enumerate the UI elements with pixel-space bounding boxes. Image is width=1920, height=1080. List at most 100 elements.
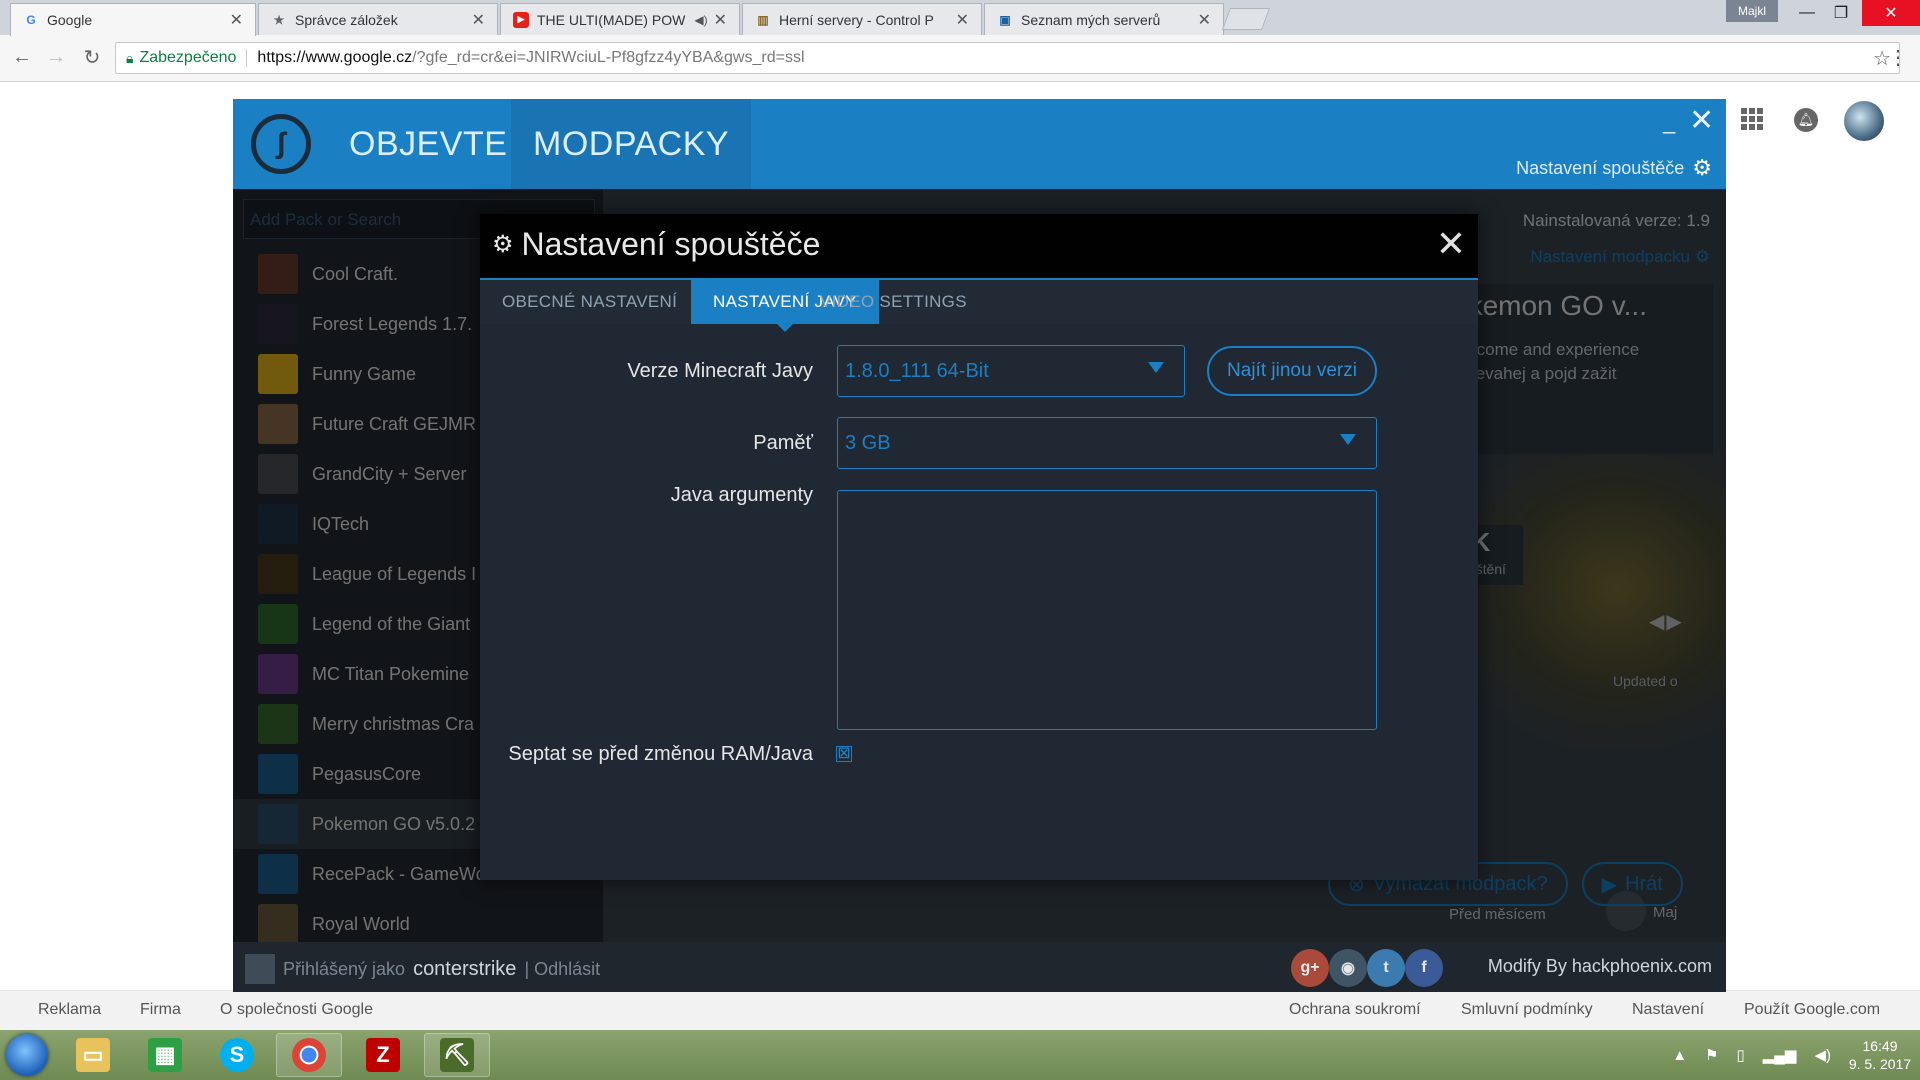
nav-discover[interactable]: OBJEVTE bbox=[327, 99, 529, 189]
browser-tab-youtube[interactable]: ▶ THE ULTI(MADE) POW ◀) ✕ bbox=[500, 3, 740, 35]
footer-link-ads[interactable]: Reklama bbox=[38, 1001, 101, 1019]
java-args-textarea[interactable] bbox=[837, 490, 1377, 730]
volume-icon[interactable]: ◀) bbox=[1814, 1046, 1831, 1064]
ask-before-change-checkbox[interactable]: ☒ bbox=[836, 746, 852, 762]
tab-title: Správce záložek bbox=[295, 11, 398, 28]
tab-title: Seznam mých serverů bbox=[1021, 11, 1161, 28]
taskbar-minecraft-launcher[interactable]: ⛏ bbox=[424, 1033, 490, 1077]
memory-select[interactable]: 3 GB bbox=[837, 417, 1377, 469]
java-args-label: Java argumenty bbox=[670, 484, 813, 506]
user-avatar bbox=[245, 954, 275, 984]
taskbar-chrome[interactable] bbox=[276, 1033, 342, 1077]
dialog-title-text: Nastavení spouštěče bbox=[521, 226, 821, 262]
account-avatar[interactable] bbox=[1844, 101, 1884, 141]
facebook-icon[interactable]: f bbox=[1405, 949, 1443, 987]
find-other-version-button[interactable]: Najít jinou verzi bbox=[1207, 346, 1377, 396]
tab-title: Herní servery - Control P bbox=[779, 11, 934, 28]
store-icon: ▦ bbox=[148, 1038, 182, 1072]
flag-icon[interactable]: ⚑ bbox=[1705, 1046, 1718, 1064]
browser-tab-servers[interactable]: ▥ Herní servery - Control P ✕ bbox=[742, 3, 982, 35]
google-footer: Reklama Firma O společnosti Google Ochra… bbox=[0, 990, 1920, 1030]
taskbar-explorer[interactable]: ▭ bbox=[60, 1033, 126, 1077]
google-apps-icon[interactable] bbox=[1741, 108, 1763, 130]
clock-date: 9. 5. 2017 bbox=[1848, 1056, 1912, 1072]
launcher-footer: Přihlášený jako conterstrike | Odhlásit … bbox=[233, 942, 1726, 992]
footer-link-privacy[interactable]: Ochrana soukromí bbox=[1289, 1001, 1421, 1019]
dialog-title: ⚙ Nastavení spouštěče bbox=[492, 226, 820, 263]
logged-in-label: Přihlášený jako bbox=[283, 958, 406, 979]
taskbar-store[interactable]: ▦ bbox=[132, 1033, 198, 1077]
launcher-header: ʃ OBJEVTE MODPACKY _ ✕ Nastavení spouště… bbox=[233, 99, 1726, 189]
close-tab-icon[interactable]: ✕ bbox=[714, 10, 727, 30]
forward-arrow-icon[interactable]: → bbox=[44, 45, 68, 69]
logout-link[interactable]: | Odhlásit bbox=[524, 959, 600, 980]
gear-icon: ⚙ bbox=[492, 231, 514, 258]
youtube-icon: ▶ bbox=[513, 11, 529, 28]
browser-tab-server-list[interactable]: ▣ Seznam mých serverů ✕ bbox=[984, 3, 1224, 35]
divider bbox=[246, 49, 248, 67]
footer-link-business[interactable]: Firma bbox=[140, 1001, 181, 1019]
nav-modpacks[interactable]: MODPACKY bbox=[511, 99, 752, 189]
clock[interactable]: 16:49 9. 5. 2017 bbox=[1840, 1037, 1920, 1073]
chrome-icon bbox=[292, 1038, 326, 1072]
tab-general-settings[interactable]: OBECNÉ NASTAVENÍ bbox=[480, 280, 699, 324]
close-tab-icon[interactable]: ✕ bbox=[472, 10, 485, 30]
footer-link-about[interactable]: O společnosti Google bbox=[220, 1001, 373, 1019]
browser-tab-google[interactable]: G Google ✕ bbox=[10, 3, 256, 36]
launcher-minimize-icon[interactable]: _ bbox=[1663, 109, 1675, 135]
username: conterstrike bbox=[413, 957, 517, 980]
secure-label: Zabezpečeno bbox=[139, 49, 237, 66]
skype-icon: S bbox=[220, 1038, 254, 1072]
browser-toolbar: ← → ↻ 🔒︎ Zabezpečeno https://www.google.… bbox=[0, 35, 1920, 82]
minecraft-icon: ⛏ bbox=[440, 1038, 474, 1072]
memory-value: 3 GB bbox=[845, 431, 891, 454]
tab-title: Google bbox=[47, 12, 93, 28]
network-icon[interactable]: ▂▄▆ bbox=[1763, 1046, 1797, 1064]
java-version-label: Verze Minecraft Javy bbox=[627, 360, 813, 382]
twitter-icon[interactable]: t bbox=[1367, 949, 1405, 987]
java-version-select[interactable]: 1.8.0_111 64-Bit bbox=[837, 345, 1185, 397]
address-bar[interactable]: 🔒︎ Zabezpečeno https://www.google.cz /?g… bbox=[115, 42, 1900, 74]
filezilla-icon: Z bbox=[366, 1038, 400, 1072]
footer-link-terms[interactable]: Smluvní podmínky bbox=[1461, 1001, 1593, 1019]
new-tab-button[interactable] bbox=[1221, 8, 1271, 30]
profile-chip[interactable]: Majkl bbox=[1726, 0, 1778, 22]
chevron-down-icon bbox=[1148, 362, 1164, 373]
tab-title: THE ULTI(MADE) POW bbox=[537, 11, 686, 28]
reload-icon[interactable]: ↻ bbox=[80, 45, 104, 69]
star-icon: ★ bbox=[273, 12, 285, 27]
reddit-icon[interactable]: ◉ bbox=[1329, 949, 1367, 987]
launcher-close-icon[interactable]: ✕ bbox=[1689, 103, 1714, 138]
memory-label: Paměť bbox=[753, 432, 813, 454]
dialog-close-icon[interactable]: ✕ bbox=[1436, 226, 1466, 262]
launcher-settings-link[interactable]: Nastavení spouštěče ⚙ bbox=[1516, 155, 1712, 181]
tab-video-settings[interactable]: VIDEO SETTINGS bbox=[798, 280, 989, 324]
notifications-bell-icon[interactable]: 🔔︎ bbox=[1794, 108, 1818, 132]
google-plus-icon[interactable]: g+ bbox=[1291, 949, 1329, 987]
gear-icon: ⚙ bbox=[1692, 155, 1712, 180]
windows-taskbar: ▭ ▦ S Z ⛏ ▲ ⚑ ▯ ▂▄▆ ◀) 16:49 9. 5. 2017 bbox=[0, 1030, 1920, 1080]
maximize-window-button[interactable]: ❐ bbox=[1818, 0, 1864, 26]
back-arrow-icon[interactable]: ← bbox=[10, 45, 34, 69]
windows-start-button[interactable] bbox=[6, 1034, 48, 1076]
tray-expand-icon[interactable]: ▲ bbox=[1672, 1047, 1687, 1064]
google-icon: G bbox=[26, 13, 36, 27]
close-window-button[interactable]: ✕ bbox=[1862, 0, 1920, 26]
close-tab-icon[interactable]: ✕ bbox=[1198, 10, 1211, 30]
launcher-settings-label: Nastavení spouštěče bbox=[1516, 157, 1685, 178]
footer-link-google-com[interactable]: Použít Google.com bbox=[1744, 1001, 1880, 1019]
taskbar-filezilla[interactable]: Z bbox=[350, 1033, 416, 1077]
speaker-icon[interactable]: ◀) bbox=[694, 13, 707, 27]
taskbar-skype[interactable]: S bbox=[204, 1033, 270, 1077]
browser-tab-bookmarks[interactable]: ★ Správce záložek ✕ bbox=[258, 3, 498, 35]
device-icon[interactable]: ▯ bbox=[1737, 1046, 1745, 1064]
list-icon: ▣ bbox=[999, 12, 1011, 27]
url-path: /?gfe_rd=cr&ei=JNIRWciuL-Pf8gfzz4yYBA&gw… bbox=[412, 49, 805, 66]
chevron-down-icon bbox=[1340, 434, 1356, 445]
close-tab-icon[interactable]: ✕ bbox=[956, 10, 969, 30]
browser-menu-icon[interactable]: ⋮ bbox=[1888, 45, 1908, 70]
close-tab-icon[interactable]: ✕ bbox=[230, 10, 243, 30]
browser-tabstrip: G Google ✕ ★ Správce záložek ✕ ▶ THE ULT… bbox=[0, 0, 1920, 36]
footer-link-settings[interactable]: Nastavení bbox=[1632, 1001, 1704, 1019]
brand-credit: Modify By hackphoenix.com bbox=[1487, 956, 1712, 976]
